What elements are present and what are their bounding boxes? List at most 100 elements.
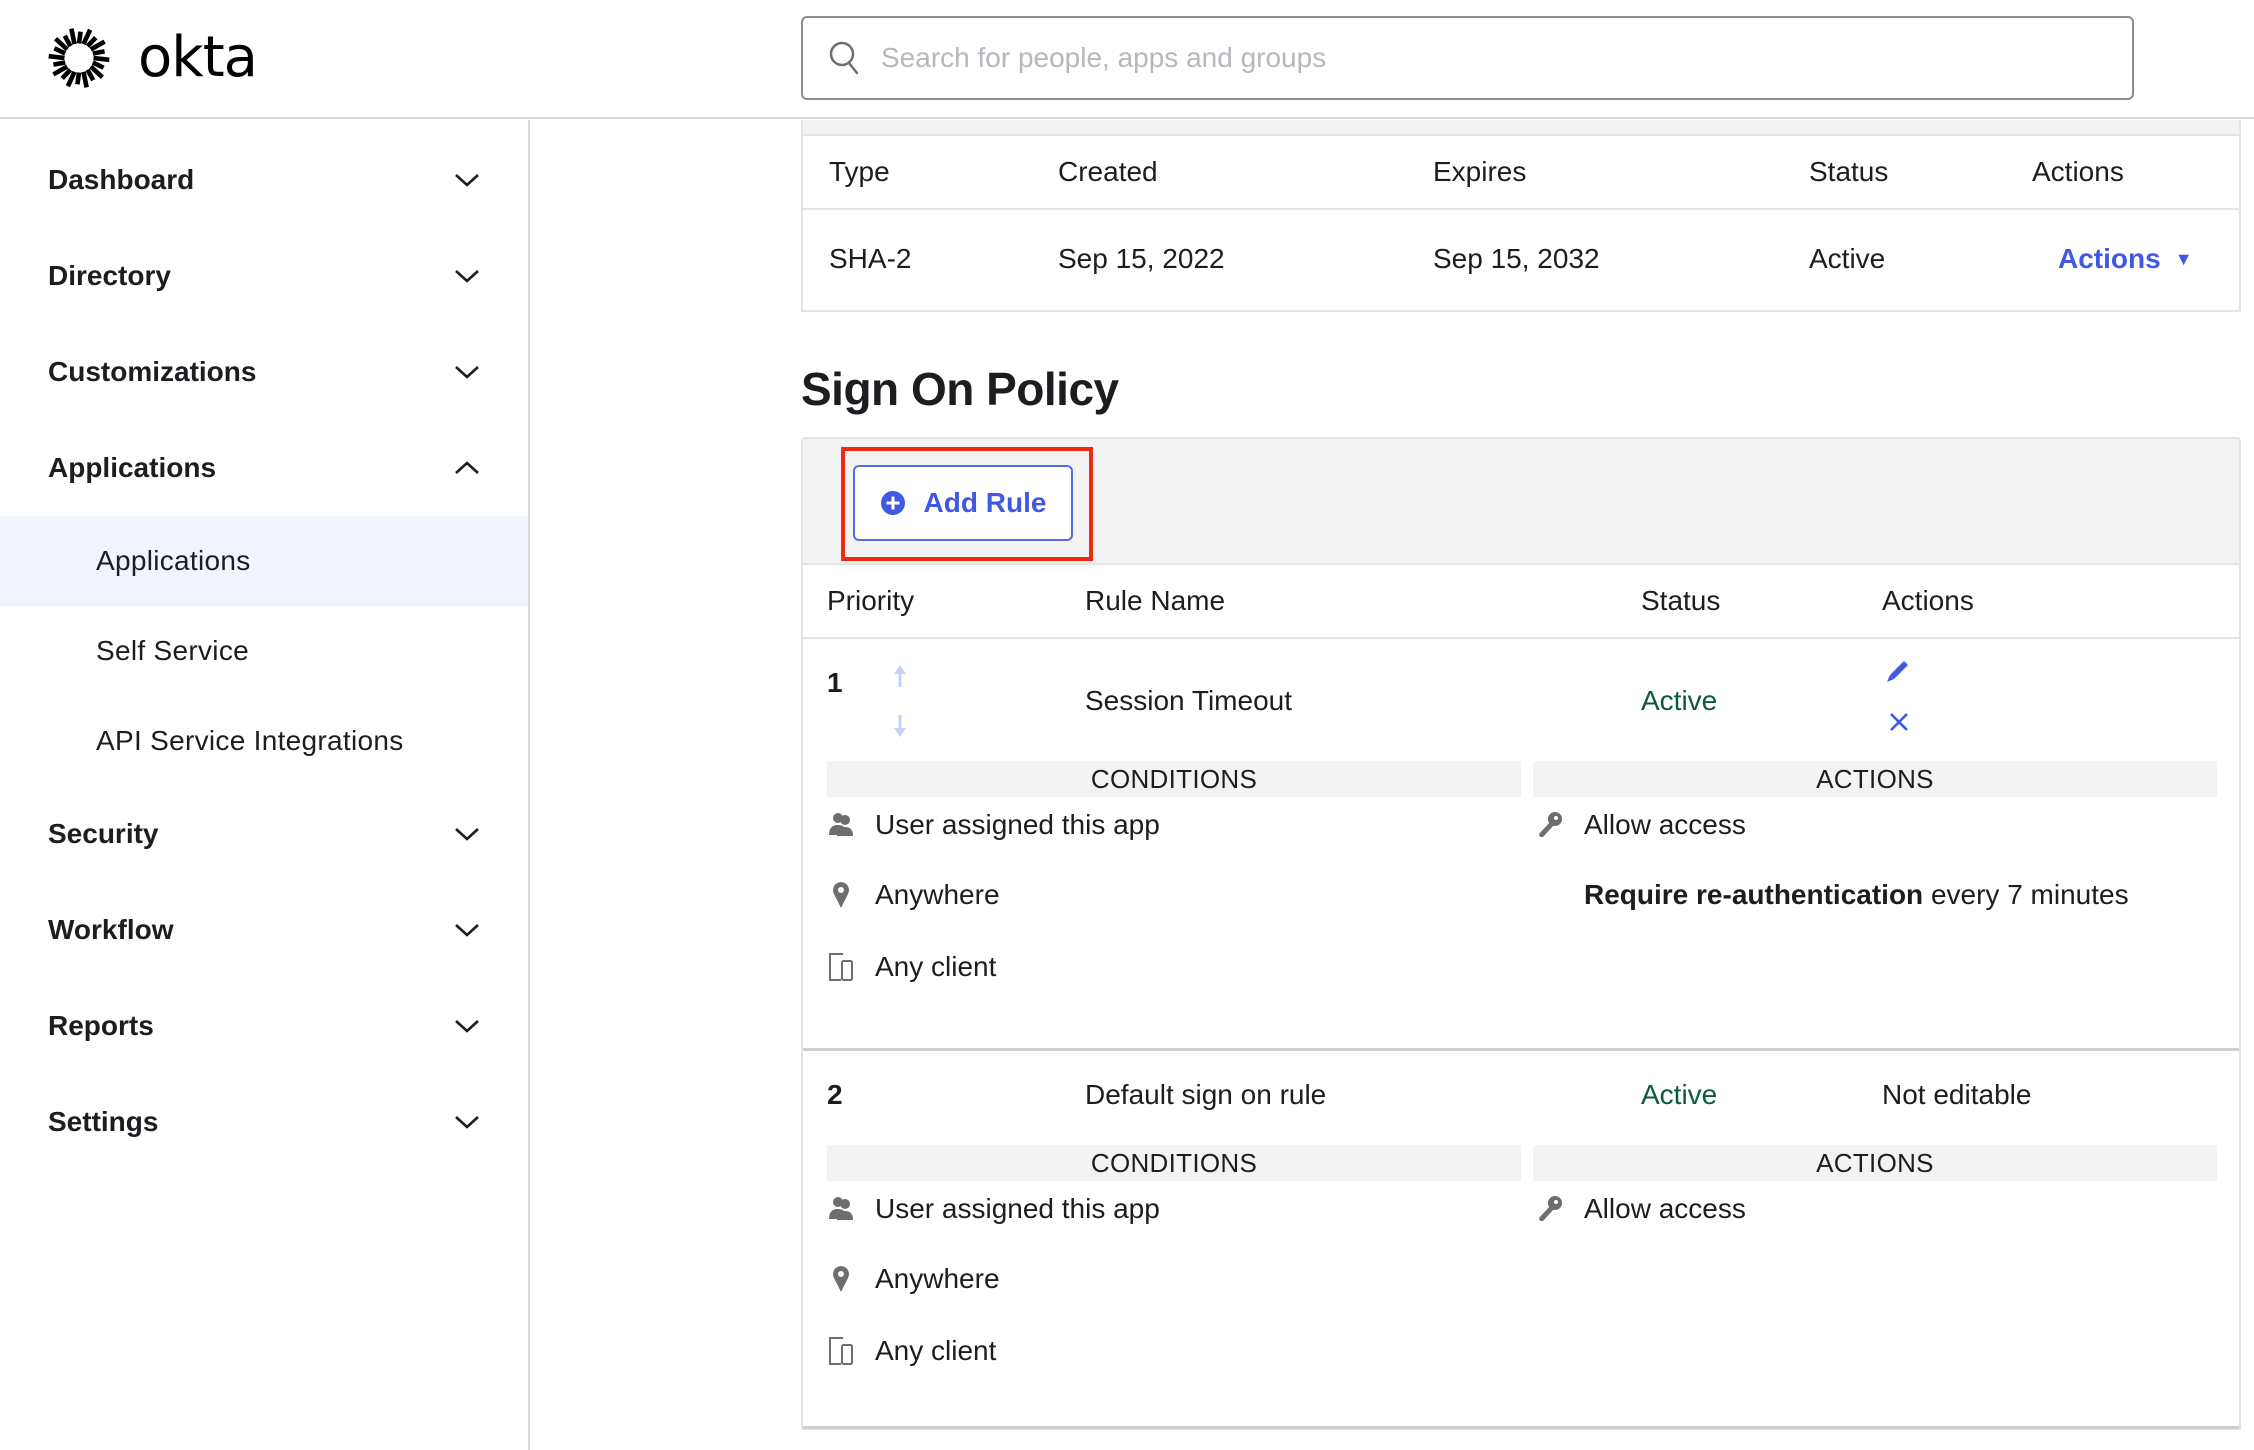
chevron-down-icon xyxy=(455,270,479,283)
condition-text: Any client xyxy=(875,951,997,982)
logo-ray xyxy=(93,55,110,63)
okta-logo[interactable]: okta xyxy=(46,24,258,92)
conditions-header: CONDITIONS xyxy=(827,761,1521,797)
action-allow-access: Allow access xyxy=(1536,809,1746,841)
sidebar-subitem-api-service-integrations[interactable]: API Service Integrations xyxy=(0,696,528,786)
column-header-rule-name: Rule Name xyxy=(1085,585,1226,616)
actions-header: ACTIONS xyxy=(1533,761,2217,797)
delete-x-icon[interactable] xyxy=(1888,711,1910,733)
column-header-type: Type xyxy=(829,156,890,187)
sidebar-subitem-label: Self Service xyxy=(96,635,249,666)
okta-sunburst-icon xyxy=(48,28,110,88)
action-text: Allow access xyxy=(1584,809,1746,840)
condition-text: User assigned this app xyxy=(875,809,1160,840)
logo-ray xyxy=(85,68,96,82)
rule-priority: 1 xyxy=(827,667,843,698)
reauth-label: Require re-authentication xyxy=(1584,879,1924,910)
conditions-header: CONDITIONS xyxy=(827,1145,1521,1181)
location-pin-icon xyxy=(833,1266,849,1292)
condition-location: Anywhere xyxy=(827,879,1000,911)
location-pin-icon xyxy=(833,882,849,908)
sidebar-item-label: Reports xyxy=(48,1010,154,1041)
actions-header: ACTIONS xyxy=(1533,1145,2217,1181)
users-icon xyxy=(829,1197,853,1220)
key-icon xyxy=(1539,812,1562,837)
users-icon xyxy=(829,813,853,836)
sidebar-item-directory[interactable]: Directory xyxy=(0,236,528,316)
condition-text: Anywhere xyxy=(875,879,1000,910)
section-title: Sign On Policy xyxy=(801,363,1119,415)
chevron-down-icon xyxy=(455,924,479,937)
sidebar-subitem-applications[interactable]: Applications xyxy=(0,516,528,606)
condition-text: Anywhere xyxy=(875,1263,1000,1294)
action-allow-access: Allow access xyxy=(1536,1193,1746,1225)
logo-ray xyxy=(76,31,83,44)
rule-priority: 2 xyxy=(827,1079,843,1110)
sidebar-item-dashboard[interactable]: Dashboard xyxy=(0,140,528,220)
logo-ray xyxy=(69,28,77,45)
chevron-down-icon xyxy=(455,366,479,379)
column-header-created: Created xyxy=(1058,156,1158,187)
column-header-expires: Expires xyxy=(1433,156,1527,187)
rule-not-editable: Not editable xyxy=(1882,1079,2032,1110)
search-box[interactable] xyxy=(801,16,2134,100)
rule-name: Session Timeout xyxy=(1085,685,1292,716)
cert-type: SHA-2 xyxy=(829,243,912,274)
sidebar-item-label: Dashboard xyxy=(48,164,195,195)
sidebar-item-settings[interactable]: Settings xyxy=(0,1082,528,1162)
rule-status: Active xyxy=(1641,685,1718,716)
search-input[interactable] xyxy=(881,42,2081,74)
devices-icon xyxy=(829,1337,853,1365)
sidebar-subitem-self-service[interactable]: Self Service xyxy=(0,606,528,696)
logo-ray xyxy=(62,34,73,48)
action-text: Allow access xyxy=(1584,1193,1746,1224)
rule-name: Default sign on rule xyxy=(1085,1079,1327,1110)
cert-actions-dropdown[interactable]: Actions ▼ xyxy=(2058,243,2193,275)
column-header-actions: Actions xyxy=(1882,585,1974,616)
add-rule-label: Add Rule xyxy=(923,487,1047,518)
condition-user: User assigned this app xyxy=(827,809,1160,841)
add-rule-button[interactable]: Add Rule xyxy=(853,465,1073,541)
cert-status: Active xyxy=(1809,243,1886,274)
sidebar-item-reports[interactable]: Reports xyxy=(0,986,528,1066)
column-header-status: Status xyxy=(1641,585,1721,616)
condition-location: Anywhere xyxy=(827,1263,1000,1295)
sidebar-item-label: Applications xyxy=(48,452,217,483)
sidebar-item-label: Settings xyxy=(48,1106,159,1137)
chevron-down-icon xyxy=(455,174,479,187)
sidebar-item-label: Security xyxy=(48,818,159,849)
condition-text: Any client xyxy=(875,1335,997,1366)
table-header-row: Type Created Expires Status Actions xyxy=(803,136,2239,210)
cert-created: Sep 15, 2022 xyxy=(1058,243,1225,274)
table-row: SHA-2 Sep 15, 2022 Sep 15, 2032 Active A… xyxy=(803,210,2239,308)
chevron-down-icon xyxy=(455,828,479,841)
rule-row: 2 Default sign on rule Active Not editab… xyxy=(803,1051,2239,1429)
logo-ray xyxy=(75,72,82,85)
sidebar-nav: Dashboard Directory Customizations Appli… xyxy=(0,120,530,1450)
rules-header-row: Priority Rule Name Status Actions xyxy=(803,565,2239,639)
actions-dropdown-label: Actions xyxy=(2058,243,2161,274)
top-header: okta xyxy=(0,0,2254,119)
chevron-down-icon xyxy=(455,1020,479,1033)
edit-pencil-icon[interactable] xyxy=(1886,659,1910,683)
cert-expires: Sep 15, 2032 xyxy=(1433,243,1600,274)
table-top-strip xyxy=(803,120,2239,136)
reauth-frequency: every 7 minutes xyxy=(1923,879,2129,910)
logo-text: okta xyxy=(138,25,258,90)
logo-ray xyxy=(48,53,65,61)
column-header-status: Status xyxy=(1809,156,1889,187)
sidebar-item-label: Customizations xyxy=(48,356,257,387)
sidebar-subitem-label: API Service Integrations xyxy=(96,725,404,756)
sidebar-item-security[interactable]: Security xyxy=(0,794,528,874)
sidebar-item-applications[interactable]: Applications xyxy=(0,428,528,508)
condition-client: Any client xyxy=(827,1335,996,1367)
devices-icon xyxy=(829,953,853,981)
sidebar-item-workflow[interactable]: Workflow xyxy=(0,890,528,970)
move-up-arrow-icon[interactable] xyxy=(892,663,908,691)
policy-toolbar: Add Rule xyxy=(803,439,2239,565)
action-reauth: Require re-authentication every 7 minute… xyxy=(1584,879,2129,911)
key-icon xyxy=(1539,1196,1562,1221)
move-down-arrow-icon[interactable] xyxy=(892,711,908,739)
sidebar-item-customizations[interactable]: Customizations xyxy=(0,332,528,412)
sidebar-item-label: Directory xyxy=(48,260,171,291)
